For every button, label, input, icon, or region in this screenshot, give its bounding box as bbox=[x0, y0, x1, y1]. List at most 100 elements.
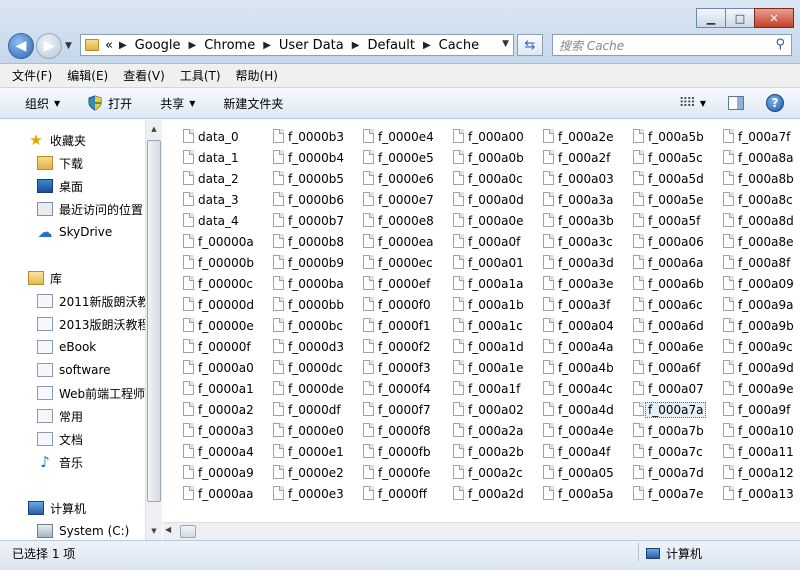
file-item[interactable]: f_00000b bbox=[178, 252, 266, 273]
file-item[interactable]: f_0000d3 bbox=[268, 336, 356, 357]
file-item[interactable]: f_000a3b bbox=[538, 210, 626, 231]
sidebar-item-skydrive[interactable]: ☁ SkyDrive bbox=[37, 222, 113, 242]
file-item[interactable]: f_000a1e bbox=[448, 357, 536, 378]
file-item[interactable]: f_000a9f bbox=[718, 399, 800, 420]
file-item[interactable]: f_0000b8 bbox=[268, 231, 356, 252]
file-item[interactable]: f_0000bc bbox=[268, 315, 356, 336]
file-item[interactable]: f_000a7f bbox=[718, 126, 800, 147]
file-item[interactable]: f_000a00 bbox=[448, 126, 536, 147]
view-options-icon[interactable]: ⠿⠿ bbox=[679, 96, 696, 111]
file-item[interactable]: f_000a0d bbox=[448, 189, 536, 210]
file-item[interactable]: f_000a8c bbox=[718, 189, 800, 210]
file-item[interactable]: f_000a9c bbox=[718, 336, 800, 357]
file-item[interactable]: f_0000e2 bbox=[268, 462, 356, 483]
file-item[interactable]: f_000a12 bbox=[718, 462, 800, 483]
open-button[interactable]: 打开 bbox=[88, 95, 132, 112]
file-item[interactable]: f_0000ec bbox=[358, 252, 446, 273]
file-item[interactable]: f_0000e5 bbox=[358, 147, 446, 168]
file-item[interactable]: f_0000b5 bbox=[268, 168, 356, 189]
sidebar-favorites[interactable]: ★ 收藏夹 bbox=[28, 130, 86, 150]
file-item[interactable]: f_000a1c bbox=[448, 315, 536, 336]
file-item[interactable]: f_000a8f bbox=[718, 252, 800, 273]
sidebar-item-desktop[interactable]: 桌面 bbox=[37, 176, 83, 196]
file-item[interactable]: f_000a4e bbox=[538, 420, 626, 441]
share-button[interactable]: 共享 ▼ bbox=[160, 95, 195, 112]
new-folder-button[interactable]: 新建文件夹 bbox=[223, 95, 283, 112]
file-item[interactable]: f_000a5e bbox=[628, 189, 716, 210]
file-item[interactable]: f_000a9a bbox=[718, 294, 800, 315]
file-item[interactable]: f_000a5a bbox=[538, 483, 626, 504]
chevron-right-icon[interactable]: ▶ bbox=[189, 40, 197, 51]
file-item[interactable]: f_000a4d bbox=[538, 399, 626, 420]
file-item[interactable]: f_000a3a bbox=[538, 189, 626, 210]
breadcrumb-default[interactable]: Default bbox=[367, 38, 415, 53]
file-item[interactable]: f_000a7d bbox=[628, 462, 716, 483]
file-item[interactable]: f_000a6b bbox=[628, 273, 716, 294]
file-item[interactable]: f_0000b7 bbox=[268, 210, 356, 231]
sidebar-item-music[interactable]: ♪ 音乐 bbox=[37, 452, 83, 472]
file-item[interactable]: f_000a8a bbox=[718, 147, 800, 168]
file-item[interactable]: f_0000f3 bbox=[358, 357, 446, 378]
file-item[interactable]: f_000a05 bbox=[538, 462, 626, 483]
organize-button[interactable]: 组织 ▼ bbox=[25, 95, 60, 112]
menu-tools[interactable]: 工具(T) bbox=[180, 67, 221, 84]
file-item[interactable]: f_0000e7 bbox=[358, 189, 446, 210]
file-item[interactable]: f_000a4b bbox=[538, 357, 626, 378]
file-item[interactable]: f_000a04 bbox=[538, 315, 626, 336]
scrollbar-thumb[interactable] bbox=[147, 140, 161, 502]
file-item[interactable]: f_000a7e bbox=[628, 483, 716, 504]
search-icon[interactable]: ⚲ bbox=[775, 37, 785, 52]
preview-pane-icon[interactable] bbox=[728, 96, 744, 110]
file-item[interactable]: f_0000bb bbox=[268, 294, 356, 315]
file-item[interactable]: f_000a02 bbox=[448, 399, 536, 420]
file-item[interactable]: f_0000ef bbox=[358, 273, 446, 294]
file-item[interactable]: f_000a07 bbox=[628, 378, 716, 399]
menu-help[interactable]: 帮助(H) bbox=[236, 67, 278, 84]
chevron-right-icon[interactable]: ▶ bbox=[423, 40, 431, 51]
forward-button[interactable]: ▶ bbox=[36, 33, 62, 59]
sidebar-libraries[interactable]: 库 bbox=[28, 268, 62, 288]
help-icon[interactable]: ? bbox=[766, 94, 784, 112]
file-item[interactable]: f_0000b6 bbox=[268, 189, 356, 210]
sidebar-item-recent-places[interactable]: 最近访问的位置 bbox=[37, 199, 143, 219]
file-item[interactable]: data_2 bbox=[178, 168, 266, 189]
file-item[interactable]: f_000a2e bbox=[538, 126, 626, 147]
minimize-button[interactable]: ▁ bbox=[696, 8, 726, 28]
file-item[interactable]: f_000a2d bbox=[448, 483, 536, 504]
file-item[interactable]: f_000a4a bbox=[538, 336, 626, 357]
file-item[interactable]: f_0000b9 bbox=[268, 252, 356, 273]
file-item[interactable]: f_0000a4 bbox=[178, 441, 266, 462]
file-item[interactable]: f_0000de bbox=[268, 378, 356, 399]
navigation-pane-scrollbar[interactable]: ▲ ▼ bbox=[145, 120, 162, 540]
back-button[interactable]: ◀ bbox=[8, 33, 34, 59]
file-item[interactable]: f_000a1b bbox=[448, 294, 536, 315]
file-item[interactable]: f_000a5d bbox=[628, 168, 716, 189]
close-button[interactable]: ✕ bbox=[754, 8, 794, 28]
sidebar-item-ebook[interactable]: eBook bbox=[37, 337, 96, 357]
file-item[interactable]: f_000a7c bbox=[628, 441, 716, 462]
file-item[interactable]: f_0000a0 bbox=[178, 357, 266, 378]
menu-view[interactable]: 查看(V) bbox=[123, 67, 165, 84]
file-item[interactable]: f_0000f1 bbox=[358, 315, 446, 336]
file-item[interactable]: f_000a9e bbox=[718, 378, 800, 399]
file-item[interactable]: f_000a3f bbox=[538, 294, 626, 315]
file-item[interactable]: f_000a09 bbox=[718, 273, 800, 294]
chevron-down-icon[interactable]: ▼ bbox=[502, 39, 509, 49]
file-item[interactable]: f_000a7a bbox=[628, 399, 716, 420]
file-item[interactable]: f_00000a bbox=[178, 231, 266, 252]
file-item[interactable]: f_0000a9 bbox=[178, 462, 266, 483]
file-item[interactable]: f_000a3d bbox=[538, 252, 626, 273]
file-item[interactable]: f_0000b4 bbox=[268, 147, 356, 168]
file-item[interactable]: f_000a01 bbox=[448, 252, 536, 273]
file-item[interactable]: f_000a1d bbox=[448, 336, 536, 357]
file-item[interactable]: f_000a0f bbox=[448, 231, 536, 252]
file-item[interactable]: f_000a5c bbox=[628, 147, 716, 168]
file-item[interactable]: f_0000a1 bbox=[178, 378, 266, 399]
file-item[interactable]: f_0000e6 bbox=[358, 168, 446, 189]
file-item[interactable]: f_0000e8 bbox=[358, 210, 446, 231]
chevron-down-icon[interactable]: ▼ bbox=[700, 99, 706, 108]
file-item[interactable]: f_0000e0 bbox=[268, 420, 356, 441]
sidebar-item-common[interactable]: 常用 bbox=[37, 406, 83, 426]
sidebar-item-software[interactable]: software bbox=[37, 360, 111, 380]
file-item[interactable]: f_000a9b bbox=[718, 315, 800, 336]
